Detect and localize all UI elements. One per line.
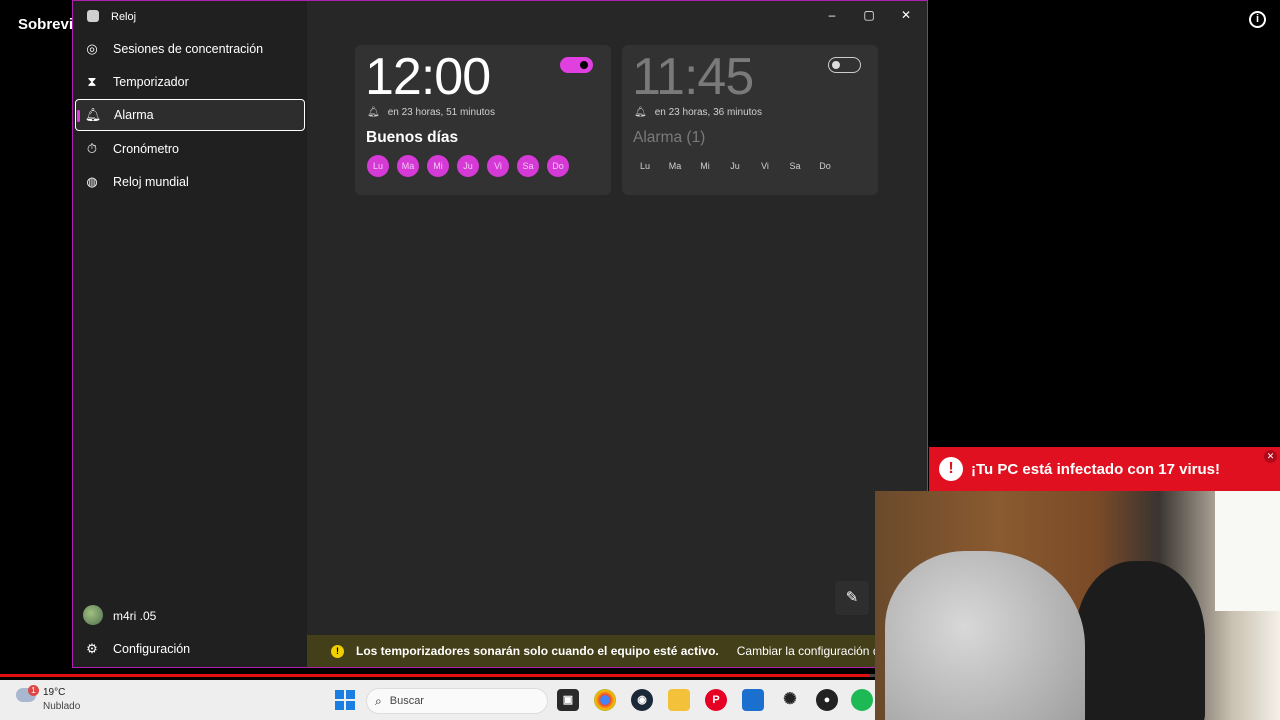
alarm-toggle-on[interactable] [560,57,593,73]
webcam-blanket [885,551,1085,720]
weather-temp[interactable]: 19°C [43,687,65,698]
close-button[interactable]: ✕ [887,5,925,25]
sidebar-item-alarm[interactable]: 🔔︎ Alarma [75,99,305,131]
day-chip: Lu [639,161,650,171]
warning-icon: ! [331,644,344,658]
hourglass-icon: ⧗ [87,74,97,89]
webcam-feed [875,491,1280,720]
day-chip: Sa [789,161,801,171]
day-chip: Vi [487,155,509,177]
day-chip: Sa [517,155,539,177]
sidebar: Reloj ◎ Sesiones de concentración ⧗ Temp… [73,1,307,667]
sidebar-item-focus-sessions[interactable]: ◎ Sesiones de concentración [75,33,305,65]
stopwatch-icon: ⏱︎ [86,141,98,156]
pencil-icon: ✎ [845,589,859,606]
info-bar: ! Los temporizadores sonarán solo cuando… [307,635,927,667]
day-chip: Mi [427,155,449,177]
day-chip: Ma [668,161,682,171]
virus-alert-text: ¡Tu PC está infectado con 17 virus! [971,460,1220,478]
alarm-card[interactable]: 12:00 🔔︎ en 23 horas, 51 minutos Buenos … [355,45,611,195]
alarm-days: Lu Ma Mi Ju Vi Sa Do [367,155,577,177]
info-icon[interactable]: i [1249,11,1266,28]
taskbar-search[interactable]: ⌕ Buscar [366,688,548,714]
day-chip: Ju [730,161,740,171]
sidebar-item-label: Alarma [114,108,154,122]
chatgpt-icon[interactable]: ✺ [779,689,801,711]
task-view-icon[interactable]: ▣ [557,689,579,711]
sidebar-item-label: Cronómetro [113,142,179,156]
window-title: Reloj [111,11,137,23]
bell-icon: 🔔︎ [84,107,102,122]
close-icon[interactable]: ✕ [1264,450,1277,463]
start-button[interactable] [335,690,355,710]
store-icon[interactable] [742,689,764,711]
pinterest-icon[interactable]: P [705,689,727,711]
bell-icon: 🔔︎ [634,107,647,118]
day-chip: Vi [761,161,769,171]
info-bar-message: Los temporizadores sonarán solo cuando e… [356,644,719,658]
alarm-toggle-off[interactable] [828,57,861,73]
alarm-time: 11:45 [632,48,754,106]
user-name[interactable]: m4ri .05 [113,609,156,623]
alarm-remaining-text: en 23 horas, 36 minutos [654,107,762,118]
maximize-button[interactable]: ▢ [850,5,888,25]
edit-alarms-button[interactable]: ✎ [835,581,869,615]
day-chip: Do [547,155,569,177]
sidebar-item-label: Configuración [113,642,191,656]
clock-app-icon [87,10,99,22]
alarm-remaining-text: en 23 horas, 51 minutos [387,107,495,118]
virus-alert-banner: ! ¡Tu PC está infectado con 17 virus! [929,447,1280,491]
sidebar-item-timer[interactable]: ⧗ Temporizador [75,66,305,98]
alarm-remaining: 🔔︎ en 23 horas, 36 minutos [634,107,762,118]
weather-badge: 1 [28,685,39,696]
webcam-window-light [1215,491,1280,611]
sidebar-item-settings[interactable]: ⚙ Configuración [75,633,305,665]
search-icon: ⌕ [375,693,382,708]
webcam-chair [1075,561,1205,720]
sidebar-item-stopwatch[interactable]: ⏱︎ Cronómetro [75,133,305,165]
search-placeholder: Buscar [389,695,424,707]
focus-icon: ◎ [86,41,98,56]
day-chip: Do [819,161,831,171]
spotify-icon[interactable] [851,689,873,711]
clock-app-window: Reloj ◎ Sesiones de concentración ⧗ Temp… [72,0,928,668]
avatar[interactable] [83,605,103,625]
alarm-days: Lu Ma Mi Ju Vi Sa Do [634,155,844,177]
sidebar-item-label: Sesiones de concentración [113,42,264,56]
chrome-icon[interactable] [594,689,616,711]
sidebar-item-label: Temporizador [113,75,189,89]
globe-icon: ◍ [86,174,98,189]
alarm-name: Buenos días [366,129,459,146]
obs-icon[interactable]: ● [816,689,838,711]
alarm-time: 12:00 [365,48,491,106]
steam-icon[interactable]: ◉ [631,689,653,711]
alarm-name: Alarma (1) [633,129,706,146]
day-chip: Mi [700,161,710,171]
day-chip: Ma [397,155,419,177]
alert-icon: ! [939,457,963,481]
minimize-button[interactable]: – [813,5,851,25]
alarm-card[interactable]: 11:45 🔔︎ en 23 horas, 36 minutos Alarma … [622,45,878,195]
file-explorer-icon[interactable] [668,689,690,711]
day-chip: Lu [367,155,389,177]
bell-icon: 🔔︎ [367,107,380,118]
video-progress-fill [0,674,870,677]
sidebar-item-world-clock[interactable]: ◍ Reloj mundial [75,166,305,198]
weather-desc[interactable]: Nublado [43,701,80,712]
gear-icon: ⚙ [86,641,98,656]
video-title: Sobrevi [18,16,74,33]
day-chip: Ju [457,155,479,177]
sidebar-item-label: Reloj mundial [113,175,189,189]
alarm-remaining: 🔔︎ en 23 horas, 51 minutos [367,107,495,118]
